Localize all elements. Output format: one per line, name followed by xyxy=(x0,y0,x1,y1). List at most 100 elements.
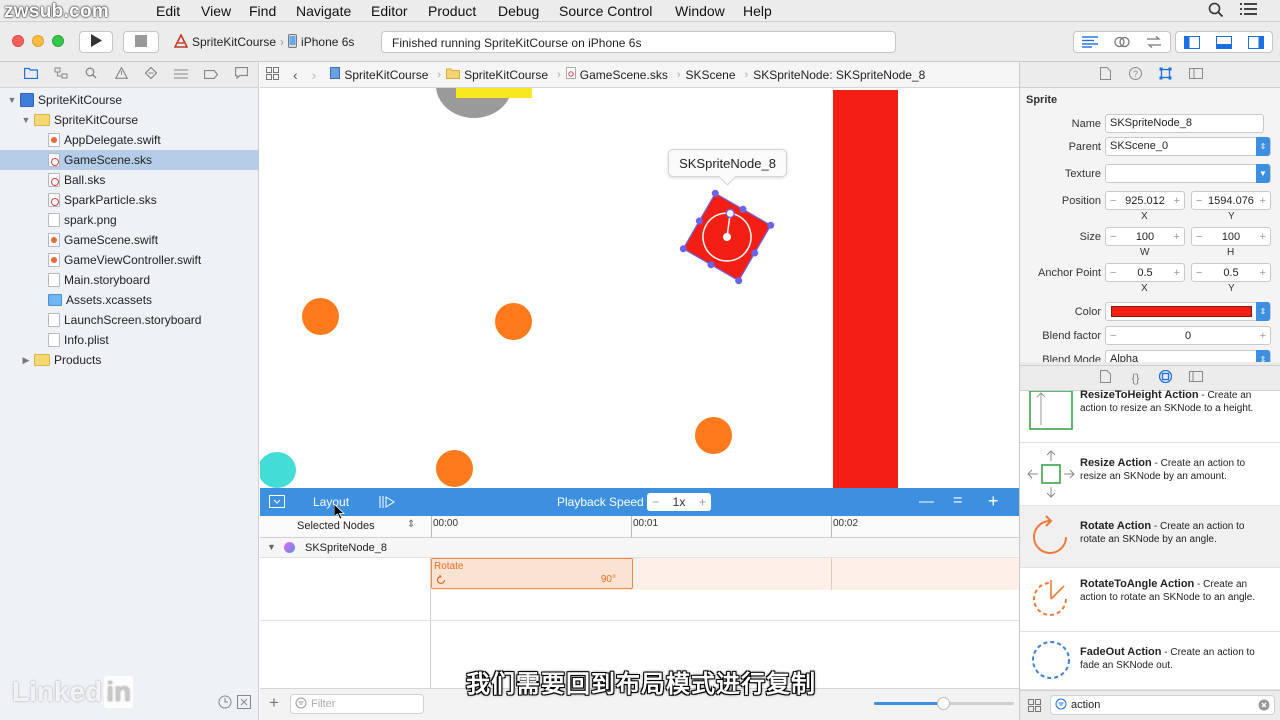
zoom-slider-thumb[interactable] xyxy=(937,697,950,710)
run-button[interactable] xyxy=(79,31,113,53)
test-navigator-icon[interactable] xyxy=(136,66,166,82)
collapse-timeline-icon[interactable] xyxy=(269,495,285,511)
project-navigator-icon[interactable] xyxy=(16,67,46,82)
issue-navigator-icon[interactable] xyxy=(106,66,136,82)
window-close-button[interactable] xyxy=(12,35,24,47)
increment-button[interactable]: + xyxy=(1260,231,1266,243)
file-inspector-icon[interactable] xyxy=(1095,66,1117,83)
breadcrumb-node[interactable]: SKSpriteNode: SKSpriteNode_8 xyxy=(753,68,925,82)
zoom-out-button[interactable]: — xyxy=(919,493,934,510)
increment-button[interactable]: + xyxy=(1260,267,1266,279)
parent-popup[interactable]: SKScene_0 ⇕ xyxy=(1105,137,1271,156)
menu-debug[interactable]: Debug xyxy=(498,3,539,19)
navigator-item[interactable]: SparkParticle.sks xyxy=(0,190,259,210)
scheme-device-name[interactable]: iPhone 6s xyxy=(301,35,354,49)
decrement-button[interactable]: − xyxy=(1196,231,1202,243)
notification-center-icon[interactable] xyxy=(1240,2,1258,20)
related-items-icon[interactable] xyxy=(266,66,279,83)
blend-factor-value[interactable]: 0 xyxy=(1185,330,1191,342)
navigator-item[interactable]: AppDelegate.swift xyxy=(0,130,259,150)
navigator-item[interactable]: GameScene.swift xyxy=(0,230,259,250)
speed-increase-button[interactable]: + xyxy=(699,495,706,509)
navigator-item[interactable]: GameViewController.swift xyxy=(0,250,259,270)
version-editor-icon[interactable] xyxy=(1138,32,1170,52)
navigator-item[interactable]: Main.storyboard xyxy=(0,270,259,290)
object-library-icon[interactable] xyxy=(1155,369,1177,386)
navigator-item[interactable]: Assets.xcassets xyxy=(0,290,259,310)
symbol-navigator-icon[interactable] xyxy=(46,67,76,82)
decrement-button[interactable]: − xyxy=(1196,195,1202,207)
breadcrumb-scene[interactable]: SKScene xyxy=(686,68,736,82)
navigator-item[interactable]: LaunchScreen.storyboard xyxy=(0,310,259,330)
blend-mode-popup[interactable]: Alpha ⇕ xyxy=(1105,350,1271,362)
breakpoint-navigator-icon[interactable] xyxy=(196,68,226,82)
debug-area-toggle-icon[interactable] xyxy=(1208,32,1240,52)
menu-product[interactable]: Product xyxy=(428,3,476,19)
disclosure-triangle-icon[interactable]: ▼ xyxy=(267,542,276,552)
menu-source-control[interactable]: Source Control xyxy=(559,3,652,19)
library-search-value[interactable]: action xyxy=(1071,699,1100,711)
orange-ball-node[interactable] xyxy=(302,298,339,335)
breadcrumb-file[interactable]: GameScene.sks xyxy=(565,67,668,82)
find-navigator-icon[interactable] xyxy=(76,67,106,82)
animate-mode-icon[interactable] xyxy=(379,495,395,512)
library-item-fade-out[interactable]: FadeOut Action - Create an action to fad… xyxy=(1020,632,1280,690)
anchor-y-stepper[interactable]: − 0.5 + xyxy=(1191,263,1271,282)
size-w-value[interactable]: 100 xyxy=(1136,231,1154,243)
scheme-selector[interactable]: SpriteKitCourse › iPhone 6s xyxy=(168,31,361,53)
window-minimize-button[interactable] xyxy=(32,35,44,47)
library-item-resize-to-height[interactable]: ResizeToHeight Action - Create an action… xyxy=(1020,389,1280,443)
menu-find[interactable]: Find xyxy=(249,3,276,19)
breadcrumb-group[interactable]: SpriteKitCourse xyxy=(446,68,548,82)
decrement-button[interactable]: − xyxy=(1110,195,1116,207)
library-search-field[interactable]: action xyxy=(1050,695,1275,715)
texture-combo[interactable]: ▼ xyxy=(1105,164,1271,183)
anchor-y-value[interactable]: 0.5 xyxy=(1223,267,1238,279)
source-control-filter-icon[interactable] xyxy=(237,695,251,712)
color-well[interactable]: ⇕ xyxy=(1105,302,1271,321)
decrement-button[interactable]: − xyxy=(1110,330,1116,342)
menu-editor[interactable]: Editor xyxy=(371,3,408,19)
position-x-value[interactable]: 925.012 xyxy=(1125,195,1165,207)
increment-button[interactable]: + xyxy=(1260,195,1266,207)
position-x-stepper[interactable]: −925.012 + xyxy=(1105,191,1185,210)
report-navigator-icon[interactable] xyxy=(226,66,256,82)
increment-button[interactable]: + xyxy=(1260,330,1266,342)
breadcrumb-project[interactable]: SpriteKitCourse xyxy=(330,67,428,82)
forward-arrow-icon[interactable]: › xyxy=(312,67,317,83)
navigator-item[interactable]: spark.png xyxy=(0,210,259,230)
blend-factor-stepper[interactable]: − 0 + xyxy=(1105,326,1271,345)
file-template-library-icon[interactable] xyxy=(1095,370,1117,386)
decrement-button[interactable]: − xyxy=(1196,267,1202,279)
size-h-value[interactable]: 100 xyxy=(1222,231,1240,243)
stop-button[interactable] xyxy=(123,31,159,53)
speed-decrease-button[interactable]: − xyxy=(652,495,659,509)
zoom-reset-button[interactable]: = xyxy=(953,492,962,510)
orange-ball-node[interactable] xyxy=(495,303,532,340)
back-arrow-icon[interactable]: ‹ xyxy=(293,67,298,83)
size-h-stepper[interactable]: − 100 + xyxy=(1191,227,1271,246)
zoom-in-button[interactable]: + xyxy=(988,491,999,512)
custom-class-inspector-icon[interactable] xyxy=(1185,67,1207,82)
orange-ball-node[interactable] xyxy=(695,417,732,454)
utilities-toggle-icon[interactable] xyxy=(1240,32,1272,52)
increment-button[interactable]: + xyxy=(1174,195,1180,207)
navigator-item[interactable]: Ball.sks xyxy=(0,170,259,190)
anchor-x-value[interactable]: 0.5 xyxy=(1137,267,1152,279)
library-item-rotate[interactable]: Rotate Action - Create an action to rota… xyxy=(1020,506,1280,568)
menu-help[interactable]: Help xyxy=(743,3,772,19)
library-item-resize[interactable]: Resize Action - Create an action to resi… xyxy=(1020,443,1280,506)
clear-search-icon[interactable] xyxy=(1258,699,1270,714)
anchor-x-stepper[interactable]: − 0.5 + xyxy=(1105,263,1185,282)
increment-button[interactable]: + xyxy=(1174,267,1180,279)
decrement-button[interactable]: − xyxy=(1110,231,1116,243)
menu-edit[interactable]: Edit xyxy=(156,3,180,19)
navigator-item[interactable]: GameScene.sks xyxy=(0,150,259,170)
disclosure-triangle-icon[interactable]: ▼ xyxy=(6,95,18,105)
recent-files-icon[interactable] xyxy=(218,695,232,712)
code-snippet-library-icon[interactable]: {} xyxy=(1125,371,1147,385)
navigator-item[interactable]: ▼ SpriteKitCourse xyxy=(0,90,259,110)
menu-window[interactable]: Window xyxy=(675,3,725,19)
menu-view[interactable]: View xyxy=(201,3,231,19)
orange-ball-node[interactable] xyxy=(436,450,473,487)
